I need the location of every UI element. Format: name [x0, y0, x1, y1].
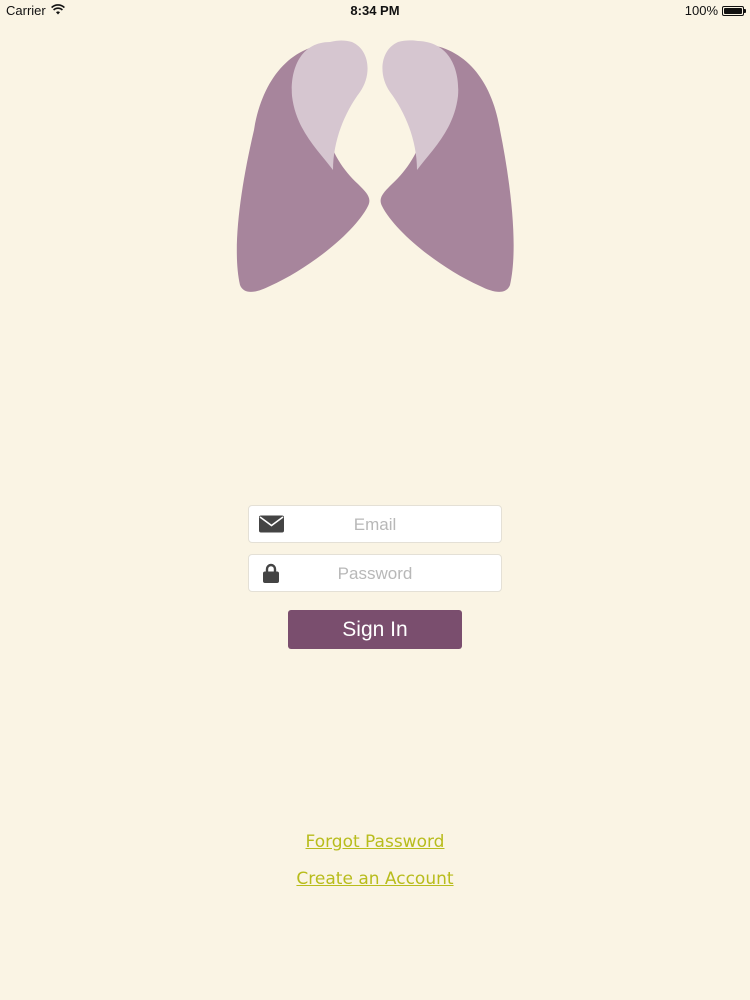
- lungs-logo-icon: [236, 40, 514, 292]
- sign-in-button[interactable]: Sign In: [288, 610, 462, 649]
- battery-icon: [722, 5, 746, 16]
- battery-fill: [724, 7, 742, 14]
- forgot-password-link[interactable]: Forgot Password: [306, 832, 445, 852]
- battery-percent: 100%: [684, 3, 718, 18]
- password-input[interactable]: [289, 555, 461, 593]
- status-bar-right: 100%: [684, 3, 746, 18]
- password-field[interactable]: [248, 554, 502, 593]
- create-account-row: Create an Account: [0, 869, 750, 889]
- email-input[interactable]: [289, 506, 461, 544]
- status-time: 8:34 PM: [350, 3, 400, 18]
- email-field[interactable]: [248, 505, 502, 544]
- create-account-link[interactable]: Create an Account: [296, 869, 453, 889]
- status-bar: Carrier 8:34 PM 100%: [0, 0, 750, 20]
- lock-icon: [263, 563, 279, 583]
- envelope-icon: [259, 515, 284, 533]
- forgot-password-row: Forgot Password: [0, 832, 750, 852]
